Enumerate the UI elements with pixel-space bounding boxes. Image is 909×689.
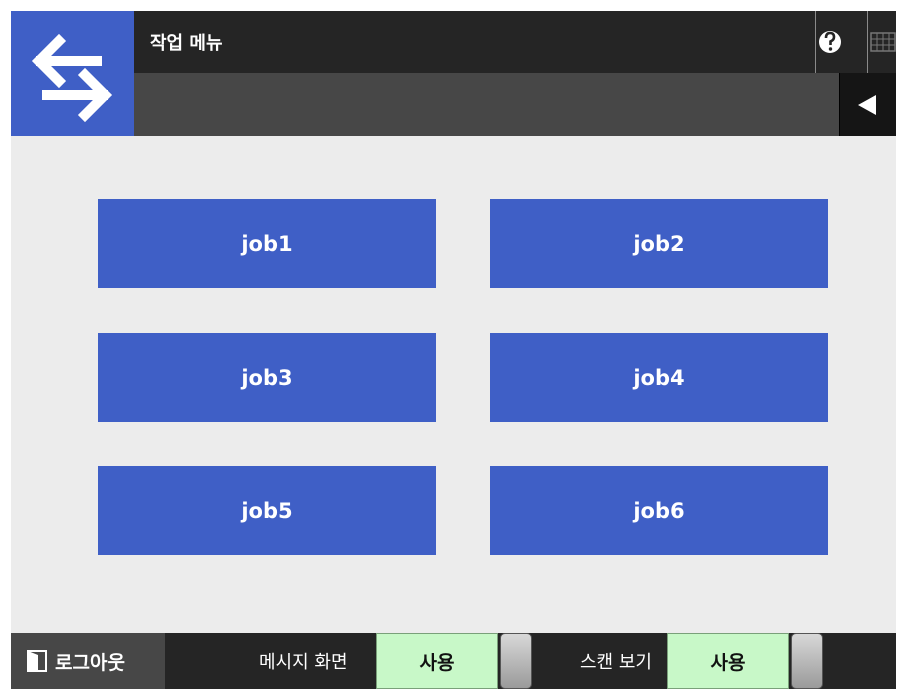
job-button-5[interactable]: job5 [98,466,436,555]
job-button-1[interactable]: job1 [98,199,436,288]
scan-view-toggle-knob [791,633,823,689]
job-button-6[interactable]: job6 [490,466,828,555]
scan-view-label: 스캔 보기 [580,652,652,673]
help-button[interactable] [815,11,844,73]
app-logo [11,11,134,136]
job-button-4[interactable]: job4 [490,333,828,422]
message-screen-label: 메시지 화면 [259,652,348,673]
job-button-3[interactable]: job3 [98,333,436,422]
page-title: 작업 메뉴 [150,33,223,54]
keyboard-icon [870,32,896,52]
back-triangle-icon [858,95,876,115]
swap-arrows-icon [31,33,113,123]
message-screen-toggle-knob [500,633,532,689]
scan-view-value: 사용 [667,633,789,689]
message-screen-toggle[interactable]: 사용 [376,633,532,689]
logout-label: 로그아웃 [55,651,125,674]
scan-view-toggle[interactable]: 사용 [667,633,823,689]
title-bar: 작업 메뉴 [134,11,896,73]
job-button-2[interactable]: job2 [490,199,828,288]
back-button[interactable] [839,73,896,136]
app-frame: 작업 메뉴 job1 job2 job3 job4 job5 job6 로그아웃… [11,11,896,689]
logout-door-icon [27,650,47,672]
message-screen-value: 사용 [376,633,498,689]
logout-button[interactable]: 로그아웃 [11,633,165,689]
question-circle-icon [819,31,841,53]
sub-bar [134,73,896,136]
keyboard-button[interactable] [867,11,896,73]
footer-bar: 로그아웃 메시지 화면 사용 스캔 보기 사용 [11,633,896,689]
